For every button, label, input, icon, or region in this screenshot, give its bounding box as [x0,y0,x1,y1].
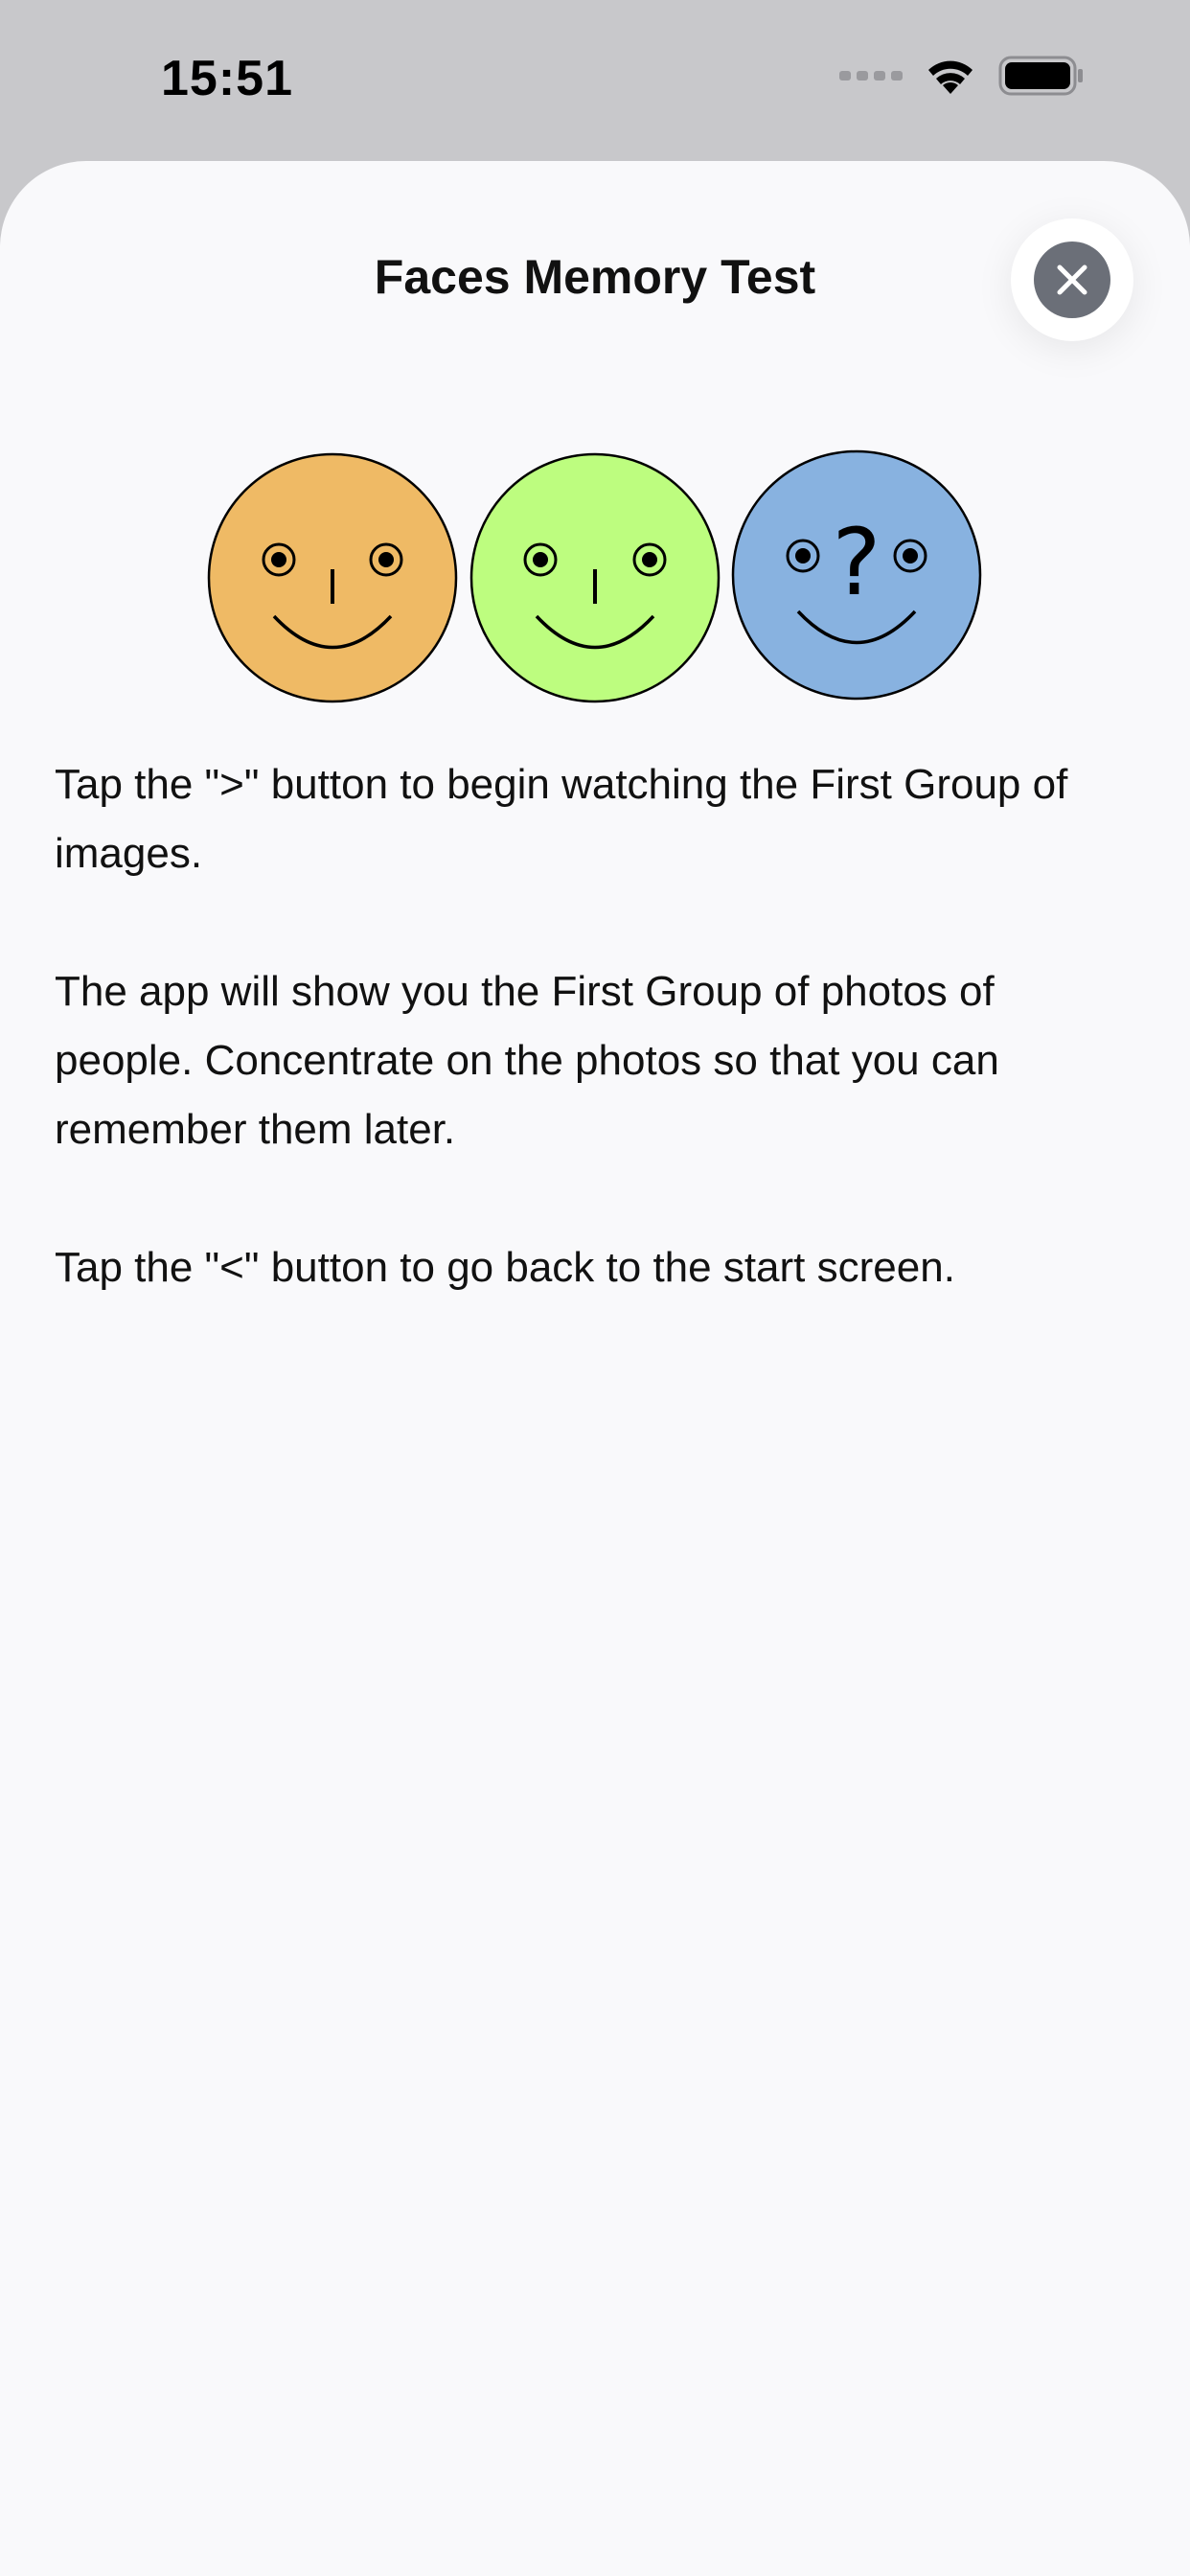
status-icons [839,56,1085,101]
instruction-paragraph: The app will show you the First Group of… [55,968,999,1153]
wifi-icon [924,56,977,101]
status-time: 15:51 [161,51,293,106]
instruction-paragraph: Tap the ">" button to begin watching the… [55,761,1068,877]
modal-sheet: Faces Memory Test ? Tap the ">" button t… [0,161,1190,2576]
close-icon [1034,242,1110,318]
battery-icon [998,56,1085,101]
face-green [469,452,721,703]
faces-illustration: ? [207,449,982,703]
cellular-dots-icon [839,69,903,87]
face-blue: ? [731,449,982,701]
status-bar: 15:51 [0,0,1190,163]
question-mark: ? [833,509,881,616]
instruction-paragraph: Tap the "<" button to go back to the sta… [55,1244,955,1291]
instructions: Tap the ">" button to begin watching the… [55,750,1137,1371]
face-orange [207,452,458,703]
close-button[interactable] [1011,218,1133,341]
